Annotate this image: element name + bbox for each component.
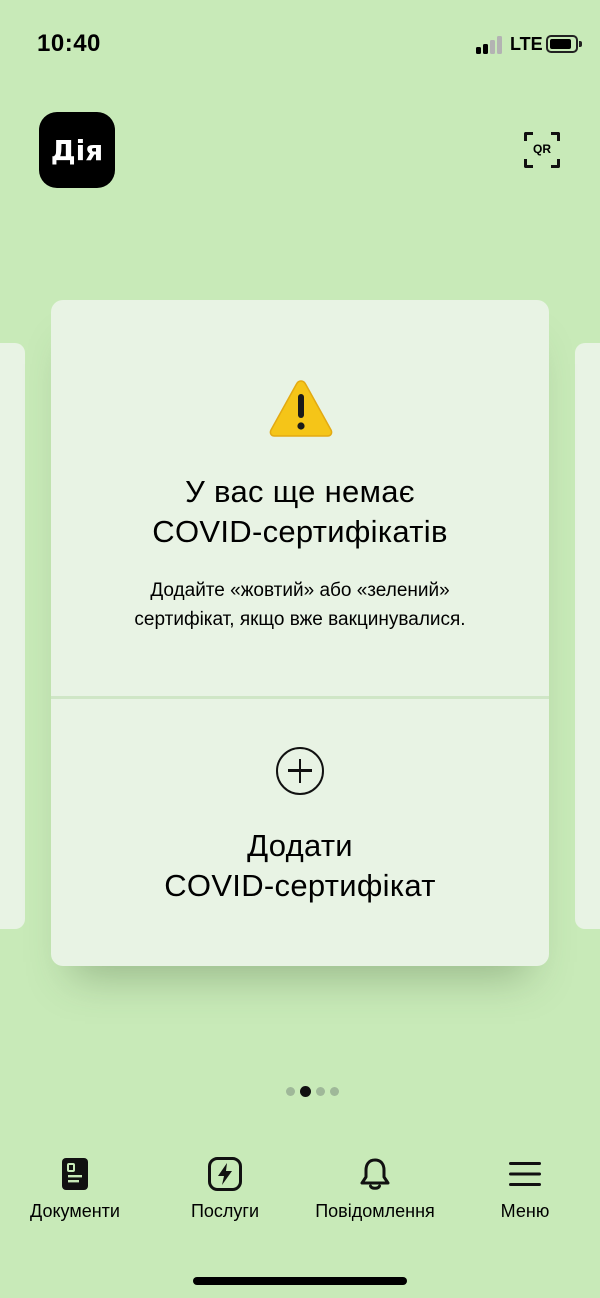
- page-indicator: [286, 1085, 339, 1097]
- tab-label: Документи: [30, 1201, 120, 1221]
- bell-icon: [360, 1158, 390, 1190]
- page-dot[interactable]: [330, 1086, 339, 1096]
- tab-label: Послуги: [190, 1201, 260, 1221]
- covid-certificate-card: У вас ще немає COVID-сертифікатів Додайт…: [51, 300, 549, 966]
- next-card-peek[interactable]: [575, 343, 600, 929]
- bottom-tab-bar: Документи Послуги Повідомлення Меню: [0, 1150, 600, 1230]
- status-bar: 10:40 LTE: [0, 0, 600, 88]
- add-certificate-label: Додати COVID-сертифікат: [51, 826, 549, 906]
- title-line: COVID-сертифікатів: [152, 514, 448, 549]
- empty-state: У вас ще немає COVID-сертифікатів Додайт…: [51, 300, 549, 696]
- battery-icon: [546, 35, 582, 53]
- tab-services[interactable]: Послуги: [150, 1150, 300, 1230]
- status-time: 10:40: [37, 30, 101, 57]
- description-line: Додайте «жовтий» або «зелений»: [150, 580, 450, 601]
- lightning-icon: [208, 1157, 242, 1191]
- add-certificate-button[interactable]: Додати COVID-сертифікат: [51, 699, 549, 966]
- home-indicator[interactable]: [193, 1277, 407, 1285]
- tab-label: Меню: [500, 1201, 550, 1221]
- page-dot[interactable]: [286, 1086, 295, 1096]
- plus-circle-icon: [276, 747, 324, 795]
- warning-icon: [269, 380, 333, 437]
- qr-scan-icon: QR: [533, 142, 551, 156]
- tab-menu[interactable]: Меню: [450, 1150, 600, 1230]
- tab-documents[interactable]: Документи: [0, 1150, 150, 1230]
- page-dot[interactable]: [316, 1086, 325, 1096]
- menu-icon: [509, 1162, 541, 1186]
- signal-strength-icon: [476, 36, 506, 54]
- tab-notifications[interactable]: Повідомлення: [300, 1150, 450, 1230]
- previous-card-peek[interactable]: [0, 343, 25, 929]
- app-logo: Дія: [39, 112, 115, 188]
- add-label-line: Додати: [247, 828, 353, 863]
- empty-state-description: Додайте «жовтий» або «зелений» сертифіка…: [51, 576, 549, 634]
- description-line: сертифікат, якщо вже вакцинувалися.: [134, 609, 466, 630]
- add-label-line: COVID-сертифікат: [164, 868, 436, 903]
- network-type: LTE: [510, 34, 543, 54]
- tab-label: Повідомлення: [315, 1201, 435, 1221]
- title-line: У вас ще немає: [185, 474, 415, 509]
- document-icon: [62, 1158, 88, 1190]
- page-dot-active[interactable]: [300, 1085, 311, 1097]
- empty-state-title: У вас ще немає COVID-сертифікатів: [51, 472, 549, 552]
- qr-scan-button[interactable]: QR: [524, 132, 560, 168]
